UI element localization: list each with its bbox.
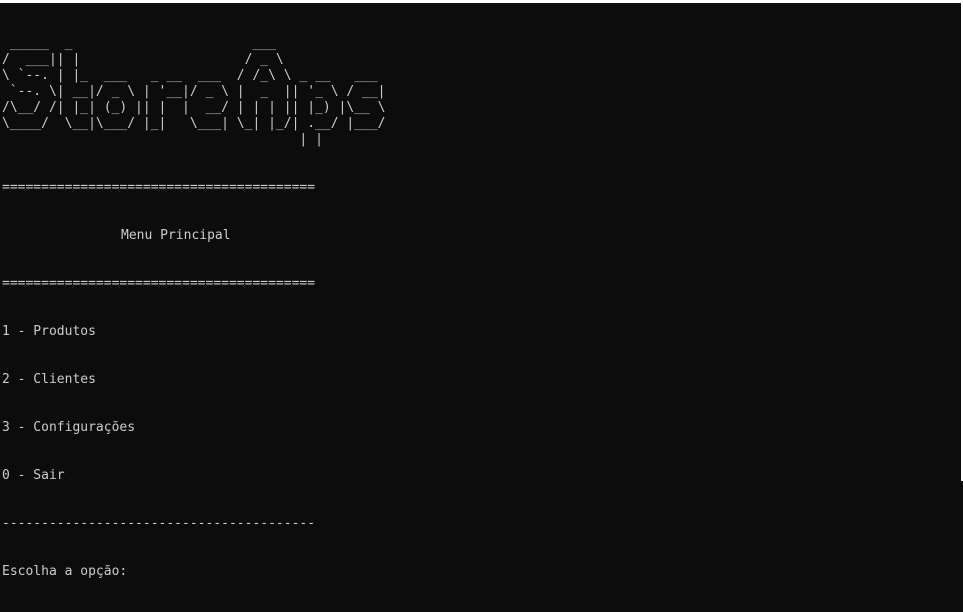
input-prompt: Escolha a opção: bbox=[2, 564, 128, 579]
ascii-logo-line: / ___|| | / _ \ bbox=[2, 52, 378, 67]
top-separator: ======================================== bbox=[2, 180, 316, 195]
ascii-logo-line: /\__/ /| |_| (_) || | | __/ | | | || |_)… bbox=[2, 100, 386, 115]
ascii-logo-line: \____/ \__|\___/ |_| \___| \_| |_/| .__/… bbox=[2, 116, 386, 131]
title-separator: ======================================== bbox=[2, 276, 316, 291]
ascii-art-logo: _____ _ ___ / ___|| | / _ \ \ `--. | |_ … bbox=[2, 36, 386, 148]
console-output[interactable]: _____ _ ___ / ___|| | / _ \ \ `--. | |_ … bbox=[2, 4, 386, 612]
menu-option-configuracoes: 3 - Configurações bbox=[2, 420, 136, 435]
ascii-logo-line: \ `--. | |_ ___ _ __ ___ / /_\ \ _ __ __… bbox=[2, 68, 386, 83]
menu-option-sair: 0 - Sair bbox=[2, 468, 65, 483]
input-prompt-line[interactable]: Escolha a opção: bbox=[2, 564, 386, 580]
menu-title: Menu Principal bbox=[121, 228, 231, 243]
ascii-logo-line: `--. \| __|/ _ \ | '__|/ _ \ | _ || '_ \… bbox=[2, 84, 386, 99]
bottom-separator: ---------------------------------------- bbox=[2, 516, 316, 531]
window-top-edge bbox=[0, 0, 963, 3]
menu-option-clientes: 2 - Clientes bbox=[2, 372, 96, 387]
ascii-logo-line: _____ _ ___ bbox=[2, 36, 378, 51]
console-window: _____ _ ___ / ___|| | / _ \ \ `--. | |_ … bbox=[0, 0, 963, 579]
ascii-logo-line: | | bbox=[2, 132, 386, 147]
menu-option-produtos: 1 - Produtos bbox=[2, 324, 96, 339]
